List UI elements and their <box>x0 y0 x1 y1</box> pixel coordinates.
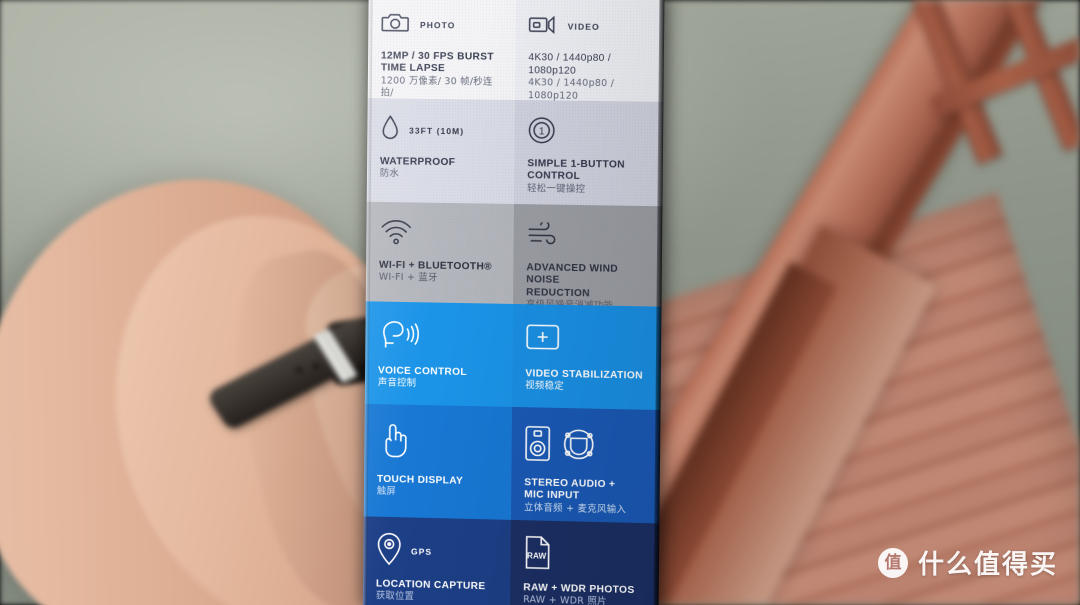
product-box: PHOTO 12MP / 30 FPS BURST TIME LAPSE 120… <box>362 0 665 605</box>
svg-text:1: 1 <box>539 126 545 137</box>
watermark-text: 什么值得买 <box>917 550 1058 580</box>
wind-en-1: ADVANCED WIND NOISE <box>526 262 619 287</box>
waterproof-cn-1: 防水 <box>379 168 400 180</box>
photo-cn-1: 1200 万像素/ 30 帧/秒连拍/ <box>380 75 493 99</box>
feature-row-photo-video: PHOTO 12MP / 30 FPS BURST TIME LAPSE 120… <box>367 0 665 102</box>
video-text: 4K30 / 1440p80 / 1080p120 4K30 / 1440p80… <box>528 52 653 102</box>
feature-cell-stereo-audio: STEREO AUDIO + MIC INPUT 立体音频 + 麦克风输入 <box>510 406 661 524</box>
wifi-text: WI-FI + BLUETOOTH® WI-FI + 蓝牙 <box>379 260 503 287</box>
voice-text: VOICE CONTROL 声音控制 <box>378 365 502 392</box>
stereo-cn-1: 立体音频 + 麦克风输入 <box>524 502 627 516</box>
water-drop-icon <box>380 114 400 147</box>
stabilization-cn-1: 视频稳定 <box>525 380 565 393</box>
raw-text: RAW + WDR PHOTOS RAW + WDR 照片 <box>523 582 648 605</box>
camera-icon <box>381 10 411 39</box>
touch-text: TOUCH DISPLAY 触屏 <box>377 474 501 502</box>
gps-tag: GPS <box>410 546 433 557</box>
feature-cell-location-capture: GPS LOCATION CAPTURE 获取位置 <box>362 516 511 605</box>
mic-input-icon <box>562 427 596 467</box>
touch-cn-1: 触屏 <box>376 486 397 498</box>
one-button-cn-1: 轻松一键操控 <box>527 182 586 195</box>
voice-head-icon <box>378 317 420 357</box>
feature-row-gps-raw: GPS LOCATION CAPTURE 获取位置 RAW RAW + WDR … <box>362 516 660 605</box>
photo-en-2: TIME LAPSE <box>380 62 446 75</box>
photo-tag: PHOTO <box>419 20 456 31</box>
feature-cell-wifi-bluetooth: WI-FI + BLUETOOTH® WI-FI + 蓝牙 <box>365 201 514 304</box>
feature-cell-photo: PHOTO 12MP / 30 FPS BURST TIME LAPSE 120… <box>367 0 516 100</box>
stereo-text: STEREO AUDIO + MIC INPUT 立体音频 + 麦克风输入 <box>524 477 649 517</box>
wind-icon <box>527 220 561 252</box>
video-camera-icon <box>528 13 559 40</box>
svg-text:RAW: RAW <box>527 551 547 561</box>
waterproof-text: WATERPROOF 防水 <box>380 156 504 183</box>
photo-text: 12MP / 30 FPS BURST TIME LAPSE 1200 万像素/… <box>380 50 504 100</box>
feature-row-waterproof-button: 33FT (10M) WATERPROOF 防水 1 SIMPLE 1-BUTT… <box>366 98 664 207</box>
video-tag: VIDEO <box>567 21 600 32</box>
waterproof-tag: 33FT (10M) <box>409 125 465 137</box>
one-button-icon: 1 <box>528 116 556 149</box>
feature-cell-touch-display: TOUCH DISPLAY 触屏 <box>363 403 513 520</box>
watermark-badge: 值 <box>877 547 908 578</box>
raw-file-icon: RAW <box>523 535 551 575</box>
wifi-icon <box>379 218 413 249</box>
touch-hand-icon <box>377 421 409 465</box>
one-button-text: SIMPLE 1-BUTTON CONTROL 轻松一键操控 <box>527 158 652 197</box>
watermark: 值 什么值得买 <box>877 544 1058 581</box>
stabilization-text: VIDEO STABILIZATION 视频稳定 <box>525 368 650 395</box>
wind-text: ADVANCED WIND NOISE REDUCTION 高级风噪音消减功能 <box>526 262 651 306</box>
voice-cn-1: 声音控制 <box>377 377 417 390</box>
feature-cell-waterproof: 33FT (10M) WATERPROOF 防水 <box>366 98 515 204</box>
video-cn-1: 4K30 / 1440p80 / 1080p120 <box>527 77 615 102</box>
stabilization-plus-icon <box>526 323 560 357</box>
gps-pin-icon <box>376 531 402 571</box>
feature-row-voice-stabilization: VOICE CONTROL 声音控制 VIDEO STABILIZATION 视… <box>364 301 662 411</box>
speaker-icon <box>524 425 550 467</box>
location-text: LOCATION CAPTURE 获取位置 <box>376 578 500 605</box>
feature-row-wifi-wind: WI-FI + BLUETOOTH® WI-FI + 蓝牙 ADVANCED W… <box>365 201 663 307</box>
feature-cell-video-stabilization: VIDEO STABILIZATION 视频稳定 <box>512 303 662 411</box>
photo-scene: PHOTO 12MP / 30 FPS BURST TIME LAPSE 120… <box>0 0 1080 605</box>
feature-cell-wind-noise: ADVANCED WIND NOISE REDUCTION 高级风噪音消减功能 <box>513 203 663 307</box>
feature-cell-voice-control: VOICE CONTROL 声音控制 <box>364 301 514 407</box>
feature-cell-raw-wdr: RAW RAW + WDR PHOTOS RAW + WDR 照片 <box>510 519 660 605</box>
feature-row-touch-audio: TOUCH DISPLAY 触屏 STEREO AUDIO + MIC INPU… <box>363 403 661 524</box>
feature-cell-video: VIDEO 4K30 / 1440p80 / 1080p120 4K30 / 1… <box>514 0 665 102</box>
feature-cell-one-button: 1 SIMPLE 1-BUTTON CONTROL 轻松一键操控 <box>513 99 664 207</box>
wifi-cn-1: WI-FI + 蓝牙 <box>378 272 438 285</box>
video-en-1: 4K30 / 1440p80 / 1080p120 <box>528 52 612 77</box>
